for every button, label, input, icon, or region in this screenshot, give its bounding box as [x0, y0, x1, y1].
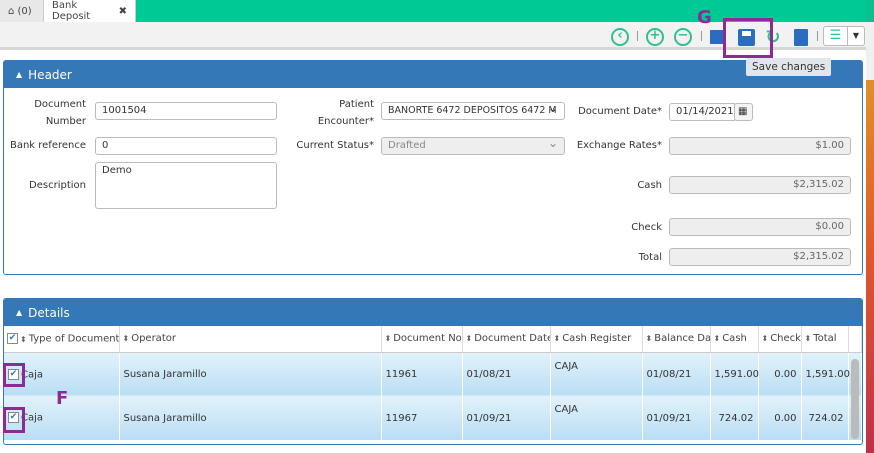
cell-doc-no: 11967 — [381, 396, 463, 440]
details-panel-toggle[interactable]: ▲ Details — [4, 299, 862, 326]
minus-icon: − — [674, 28, 692, 46]
status-select[interactable]: Drafted — [381, 136, 565, 155]
arrow-left-icon: ‹ — [611, 28, 629, 46]
col-doc-no[interactable]: ⬍ Document No. — [381, 326, 463, 353]
cash-input: $2,315.02 — [669, 176, 851, 194]
tab-home[interactable]: ⌂ (0) — [0, 0, 44, 22]
patient-label: Patient Encounter* — [317, 99, 374, 127]
cell-doc-date: 01/09/21 — [462, 396, 551, 440]
cell-operator: Susana Jaramillo — [119, 352, 382, 396]
col-check[interactable]: ⬍ Check — [758, 326, 802, 353]
annotation-f: F — [56, 388, 69, 409]
total-input: $2,315.02 — [669, 248, 851, 266]
highlight-checkbox-1 — [3, 363, 25, 387]
description-label: Description — [29, 180, 86, 191]
table-header: ✔ ⬍ Type of Document ⬍ Operator ⬍ Document N… — [4, 326, 862, 353]
header-panel-toggle[interactable]: ▲ Header — [4, 61, 862, 88]
cell-total: 724.02 — [801, 396, 849, 440]
collapse-icon: ▲ — [16, 308, 23, 317]
cell-cash: 1,591.00 — [710, 352, 759, 396]
sort-icon: ⬍ — [122, 334, 130, 344]
col-cash[interactable]: ⬍ Cash — [710, 326, 759, 353]
cell-check: 0.00 — [758, 352, 802, 396]
table-row[interactable]: ✔ Caja Susana Jaramillo 11961 01/08/21 CA… — [4, 352, 862, 396]
col-operator[interactable]: ⬍ Operator — [119, 326, 382, 353]
bank-ref-label: Bank reference — [9, 140, 86, 151]
delete-button[interactable] — [791, 27, 811, 47]
col-spacer — [848, 326, 862, 353]
list-icon: ☰ — [824, 27, 848, 45]
caret-down-icon: ▼ — [852, 31, 860, 40]
header-panel: ▲ Header Document Number 1001504 Bank ref… — [3, 60, 863, 275]
exchange-input: $1.00 — [669, 137, 851, 155]
cell-doc-date: 01/08/21 — [462, 352, 551, 396]
tooltip: Save changes — [746, 58, 832, 76]
scrollbar[interactable] — [851, 359, 859, 439]
sort-icon: ⬍ — [384, 334, 392, 344]
sort-icon: ⬍ — [645, 334, 653, 344]
sort-icon: ⬍ — [713, 334, 721, 344]
sort-icon: ⬍ — [804, 334, 812, 344]
doc-number-label: Document Number — [34, 99, 86, 127]
cell-check: 0.00 — [758, 396, 802, 440]
side-strip — [866, 0, 874, 453]
cell-cash-register: CAJA — [550, 352, 643, 396]
check-input: $0.00 — [669, 218, 851, 236]
details-panel: ▲ Details ✔ ⬍ Type of Document ⬍ Operator ⬍ D… — [3, 298, 863, 445]
close-icon[interactable]: ✖ — [119, 6, 127, 17]
cell-cash-register: CAJA — [550, 396, 643, 440]
exchange-label: Exchange Rates* — [576, 140, 662, 151]
status-label: Current Status* — [296, 140, 374, 151]
col-total[interactable]: ⬍ Total — [801, 326, 849, 353]
cell-total: 1,591.00 — [801, 352, 850, 396]
back-button[interactable]: ‹ — [610, 27, 630, 47]
home-icon: ⌂ — [8, 5, 18, 17]
doc-date-input[interactable]: 01/14/2021 — [669, 103, 735, 121]
cash-label: Cash — [637, 180, 662, 191]
check-label: Check — [631, 222, 662, 233]
highlight-checkbox-2 — [3, 407, 25, 433]
col-doc-date[interactable]: ⬍ Document Date — [462, 326, 551, 353]
list-menu-button[interactable]: ☰ ▼ — [823, 26, 865, 46]
table-row[interactable]: ✔ Caja Susana Jaramillo 11967 01/09/21 CA… — [4, 396, 862, 440]
sort-icon: ⬍ — [20, 334, 27, 344]
details-table: ✔ ⬍ Type of Document ⬍ Operator ⬍ Document N… — [4, 326, 862, 440]
remove-button[interactable]: − — [673, 27, 693, 47]
divider — [817, 31, 818, 41]
sort-icon: ⬍ — [465, 334, 473, 344]
doc-date-label: Document Date* — [578, 106, 662, 117]
col-cash-register[interactable]: ⬍ Cash Register — [550, 326, 643, 353]
highlight-save — [723, 18, 773, 58]
doc-number-input[interactable]: 1001504 — [95, 102, 277, 120]
divider — [637, 31, 638, 41]
description-textarea[interactable]: Demo — [95, 162, 277, 209]
bank-ref-input[interactable]: 0 — [95, 137, 277, 155]
cell-cash: 724.02 — [710, 396, 759, 440]
divider — [701, 31, 702, 41]
calendar-icon[interactable]: ▦ — [734, 103, 753, 121]
cell-balance-date: 01/09/21 — [642, 396, 711, 440]
plus-icon: + — [646, 28, 664, 46]
cell-balance-date: 01/08/21 — [642, 352, 711, 396]
sort-icon: ⬍ — [761, 334, 769, 344]
cell-doc-no: 11961 — [381, 352, 463, 396]
patient-select[interactable]: BANORTE 6472 DEPOSITOS 6472 M — [381, 102, 565, 120]
total-label: Total — [638, 252, 662, 263]
sort-icon: ⬍ — [553, 334, 561, 344]
annotation-g: G — [697, 7, 712, 28]
trash-icon — [794, 28, 808, 46]
col-balance-date[interactable]: ⬍Balance Date — [642, 326, 711, 353]
add-button[interactable]: + — [645, 27, 665, 47]
select-all-checkbox[interactable]: ✔ — [7, 333, 18, 344]
save-as-icon — [710, 30, 724, 44]
cell-operator: Susana Jaramillo — [119, 396, 382, 440]
col-type[interactable]: ✔ ⬍ Type of Document — [4, 326, 120, 353]
tab-bank-deposit[interactable]: Bank Deposit ✖ — [44, 0, 136, 22]
collapse-icon: ▲ — [16, 70, 23, 79]
